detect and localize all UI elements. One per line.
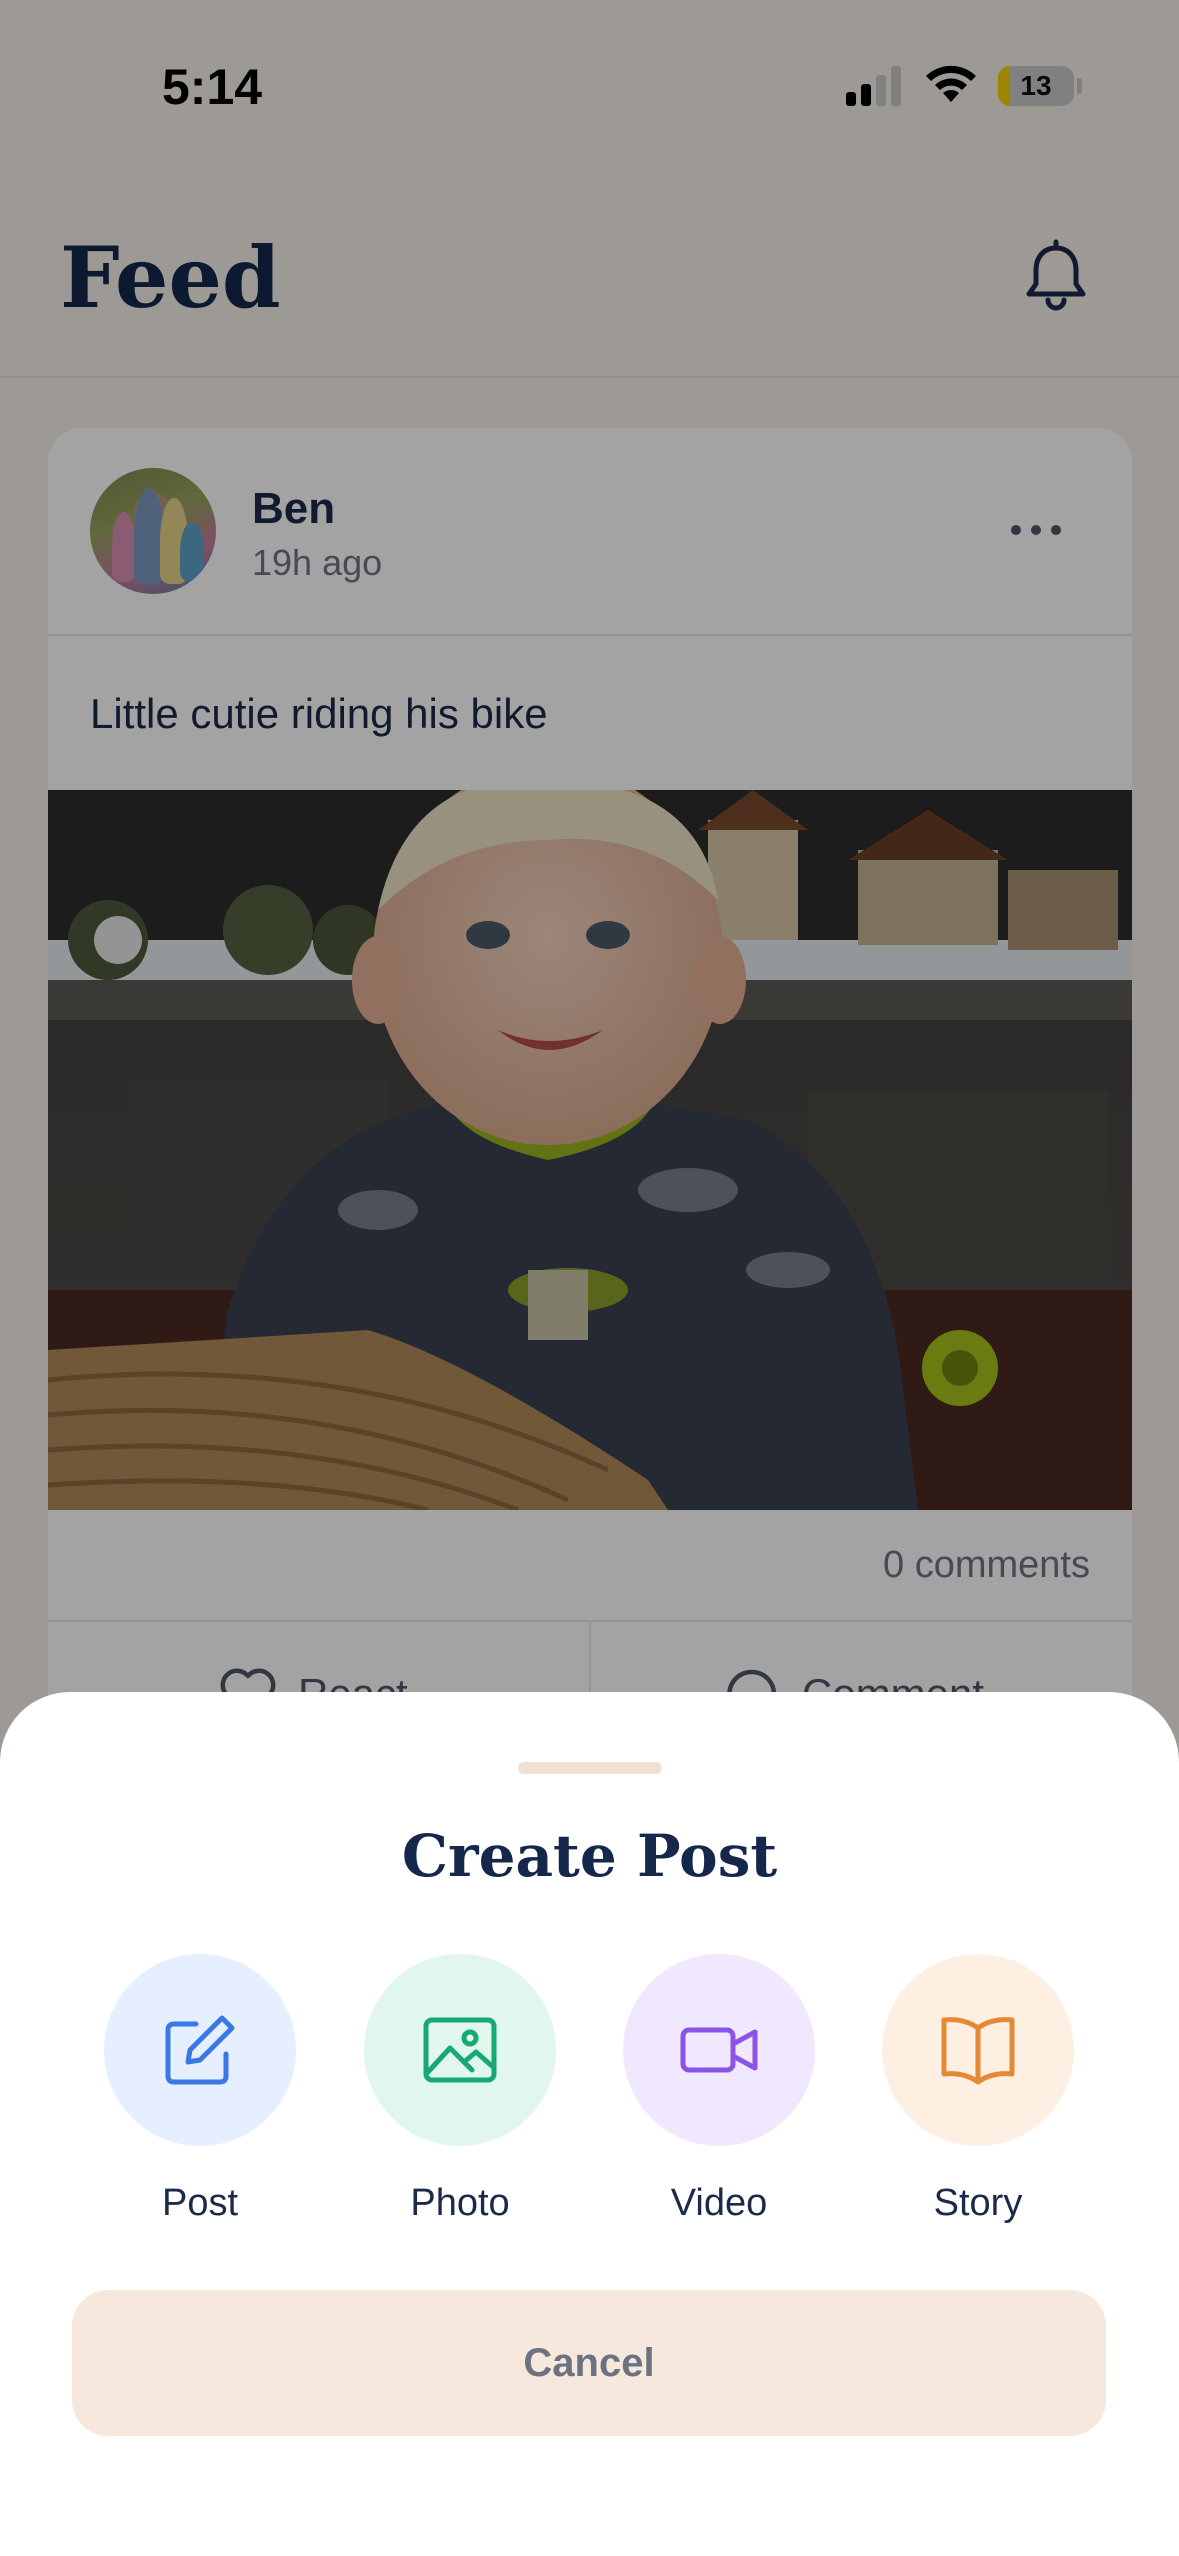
video-option-circle[interactable] xyxy=(623,1954,815,2146)
story-option-label: Story xyxy=(933,2182,1023,2224)
sheet-grabber[interactable] xyxy=(518,1762,662,1774)
post-option-circle[interactable] xyxy=(104,1954,296,2146)
book-icon xyxy=(941,2017,1015,2085)
post-option-label: Post xyxy=(161,2182,239,2224)
edit-icon xyxy=(165,2015,235,2085)
story-option-circle[interactable] xyxy=(882,1954,1074,2146)
video-camera-icon xyxy=(680,2027,758,2073)
cancel-button[interactable]: Cancel xyxy=(72,2290,1106,2436)
video-option-label: Video xyxy=(670,2182,768,2224)
image-icon xyxy=(423,2017,497,2083)
photo-option-label: Photo xyxy=(410,2182,510,2224)
create-post-sheet: Create Post Post Photo Video Story Cance… xyxy=(0,1692,1179,2556)
photo-option-circle[interactable] xyxy=(364,1954,556,2146)
sheet-title: Create Post xyxy=(401,1822,778,1890)
